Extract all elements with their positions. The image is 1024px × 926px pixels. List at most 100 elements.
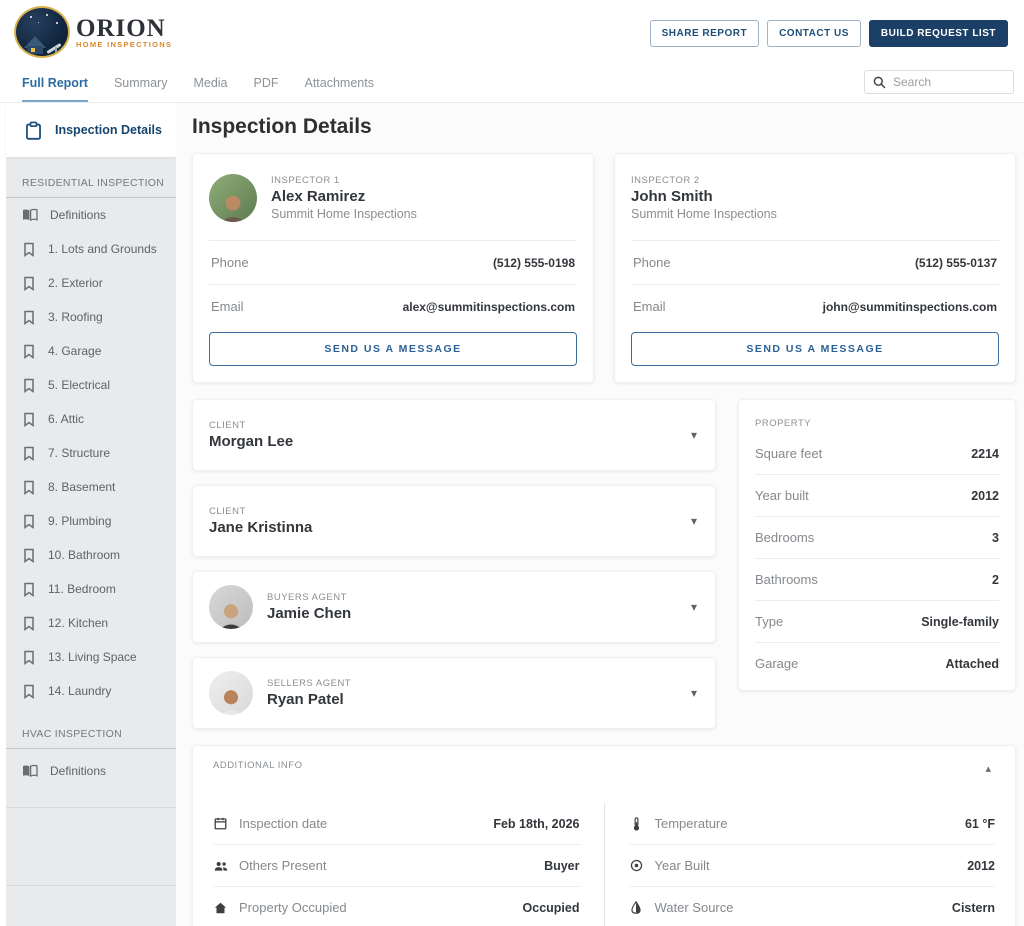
- calendar-icon: [213, 817, 228, 830]
- orion-logo-icon: [14, 6, 70, 58]
- sidebar-item-garage[interactable]: 4. Garage: [6, 334, 176, 368]
- search-input[interactable]: [893, 75, 1005, 89]
- sidebar-item-inspection-details[interactable]: Inspection Details: [6, 103, 176, 157]
- share-report-button[interactable]: SHARE REPORT: [650, 20, 759, 47]
- divider: [6, 885, 176, 886]
- additional-info-panel: ADDITIONAL INFO ▴ Inspection date Feb 18…: [192, 745, 1016, 926]
- sidebar-item-attic[interactable]: 6. Attic: [6, 402, 176, 436]
- sidebar-item-exterior[interactable]: 2. Exterior: [6, 266, 176, 300]
- sidebar-item-structure[interactable]: 7. Structure: [6, 436, 176, 470]
- client-name: Jane Kristinna: [209, 519, 312, 536]
- info-label: Property Occupied: [239, 900, 347, 915]
- clipboard-icon: [24, 121, 43, 140]
- client-card-jane-kristinna[interactable]: CLIENT Jane Kristinna ▾: [192, 485, 716, 557]
- sidebar-item-kitchen[interactable]: 12. Kitchen: [6, 606, 176, 640]
- house-icon: [213, 902, 228, 914]
- sellers-agent-card[interactable]: SELLERS AGENT Ryan Patel ▾: [192, 657, 716, 729]
- buyers-agent-card[interactable]: BUYERS AGENT Jamie Chen ▾: [192, 571, 716, 643]
- inspector-company: Summit Home Inspections: [271, 207, 417, 221]
- send-message-button[interactable]: SEND US A MESSAGE: [631, 332, 999, 366]
- info-label: Year Built: [655, 858, 710, 873]
- send-message-button[interactable]: SEND US A MESSAGE: [209, 332, 577, 366]
- book-icon: [22, 208, 38, 222]
- sidebar-item-plumbing[interactable]: 9. Plumbing: [6, 504, 176, 538]
- email-label: Email: [211, 299, 244, 314]
- brand-name: ORION: [76, 15, 172, 43]
- bookmark-icon: [22, 480, 36, 495]
- build-request-list-button[interactable]: BUILD REQUEST LIST: [869, 20, 1008, 47]
- bookmark-icon: [22, 650, 36, 665]
- contact-us-button[interactable]: CONTACT US: [767, 20, 861, 47]
- people-icon: [213, 860, 228, 872]
- tab-pdf[interactable]: PDF: [254, 76, 279, 102]
- sidebar-item-basement[interactable]: 8. Basement: [6, 470, 176, 504]
- inspector-2-card: INSPECTOR 2 John Smith Summit Home Inspe…: [614, 153, 1016, 383]
- client-name: Morgan Lee: [209, 433, 293, 450]
- tab-attachments[interactable]: Attachments: [305, 76, 374, 102]
- bookmark-icon: [22, 276, 36, 291]
- bookmark-icon: [22, 378, 36, 393]
- sidebar-active-label: Inspection Details: [55, 123, 162, 137]
- property-label: Garage: [755, 656, 798, 671]
- inspector-name: Alex Ramirez: [271, 188, 417, 205]
- search-box[interactable]: [864, 70, 1014, 94]
- agent-name: Ryan Patel: [267, 691, 351, 708]
- client-card-morgan-lee[interactable]: CLIENT Morgan Lee ▾: [192, 399, 716, 471]
- sidebar-item-bedroom[interactable]: 11. Bedroom: [6, 572, 176, 606]
- chevron-down-icon[interactable]: ▾: [691, 428, 697, 442]
- phone-label: Phone: [211, 255, 249, 270]
- inspector-1-card: INSPECTOR 1 Alex Ramirez Summit Home Ins…: [192, 153, 594, 383]
- email-value: alex@summitinspections.com: [403, 300, 575, 314]
- tab-full-report[interactable]: Full Report: [22, 76, 88, 102]
- sidebar-item-roofing[interactable]: 3. Roofing: [6, 300, 176, 334]
- avatar: [209, 671, 253, 715]
- sidebar: Inspection Details RESIDENTIAL INSPECTIO…: [6, 103, 176, 926]
- property-value: 3: [992, 531, 999, 545]
- sidebar-item-definitions-hvac[interactable]: Definitions: [6, 749, 176, 793]
- info-label: Others Present: [239, 858, 326, 873]
- info-label: Inspection date: [239, 816, 327, 831]
- tab-media[interactable]: Media: [193, 76, 227, 102]
- collapse-icon[interactable]: ▴: [981, 760, 995, 777]
- phone-value: (512) 555-0198: [493, 256, 575, 270]
- bookmark-icon: [22, 412, 36, 427]
- info-label: Temperature: [655, 816, 728, 831]
- bookmark-icon: [22, 310, 36, 325]
- info-value: Cistern: [952, 901, 995, 915]
- report-tabs: Full Report Summary Media PDF Attachment…: [22, 76, 374, 102]
- search-icon: [873, 76, 886, 89]
- sidebar-item-bathroom[interactable]: 10. Bathroom: [6, 538, 176, 572]
- bookmark-icon: [22, 242, 36, 257]
- tab-summary[interactable]: Summary: [114, 76, 167, 102]
- property-panel: PROPERTY Square feet 2214 Year built 201…: [738, 399, 1016, 691]
- main-content: Inspection Details INSPECTOR 1 Alex Rami…: [176, 103, 1024, 926]
- sidebar-item-living-space[interactable]: 13. Living Space: [6, 640, 176, 674]
- sidebar-item-definitions-residential[interactable]: Definitions: [6, 198, 176, 232]
- sidebar-item-laundry[interactable]: 14. Laundry: [6, 674, 176, 708]
- circle-dot-icon: [629, 859, 644, 872]
- property-panel-title: PROPERTY: [755, 410, 999, 433]
- phone-label: Phone: [633, 255, 671, 270]
- property-value: Attached: [946, 657, 999, 671]
- property-label: Bathrooms: [755, 572, 818, 587]
- sidebar-item-lots-and-grounds[interactable]: 1. Lots and Grounds: [6, 232, 176, 266]
- water-drop-icon: [629, 901, 644, 914]
- bookmark-icon: [22, 514, 36, 529]
- bookmark-icon: [22, 344, 36, 359]
- email-label: Email: [633, 299, 666, 314]
- property-value: 2214: [971, 447, 999, 461]
- bookmark-icon: [22, 446, 36, 461]
- chevron-down-icon[interactable]: ▾: [691, 514, 697, 528]
- info-value: 61 °F: [965, 817, 995, 831]
- info-label: Water Source: [655, 900, 734, 915]
- client-role-label: CLIENT: [209, 420, 293, 431]
- inspector-company: Summit Home Inspections: [631, 207, 777, 221]
- chevron-down-icon[interactable]: ▾: [691, 686, 697, 700]
- bookmark-icon: [22, 582, 36, 597]
- brand-tagline: HOME INSPECTIONS: [76, 40, 172, 49]
- chevron-down-icon[interactable]: ▾: [691, 600, 697, 614]
- bookmark-icon: [22, 616, 36, 631]
- sidebar-item-electrical[interactable]: 5. Electrical: [6, 368, 176, 402]
- inspector-role-label: INSPECTOR 2: [631, 175, 777, 186]
- property-label: Year built: [755, 488, 809, 503]
